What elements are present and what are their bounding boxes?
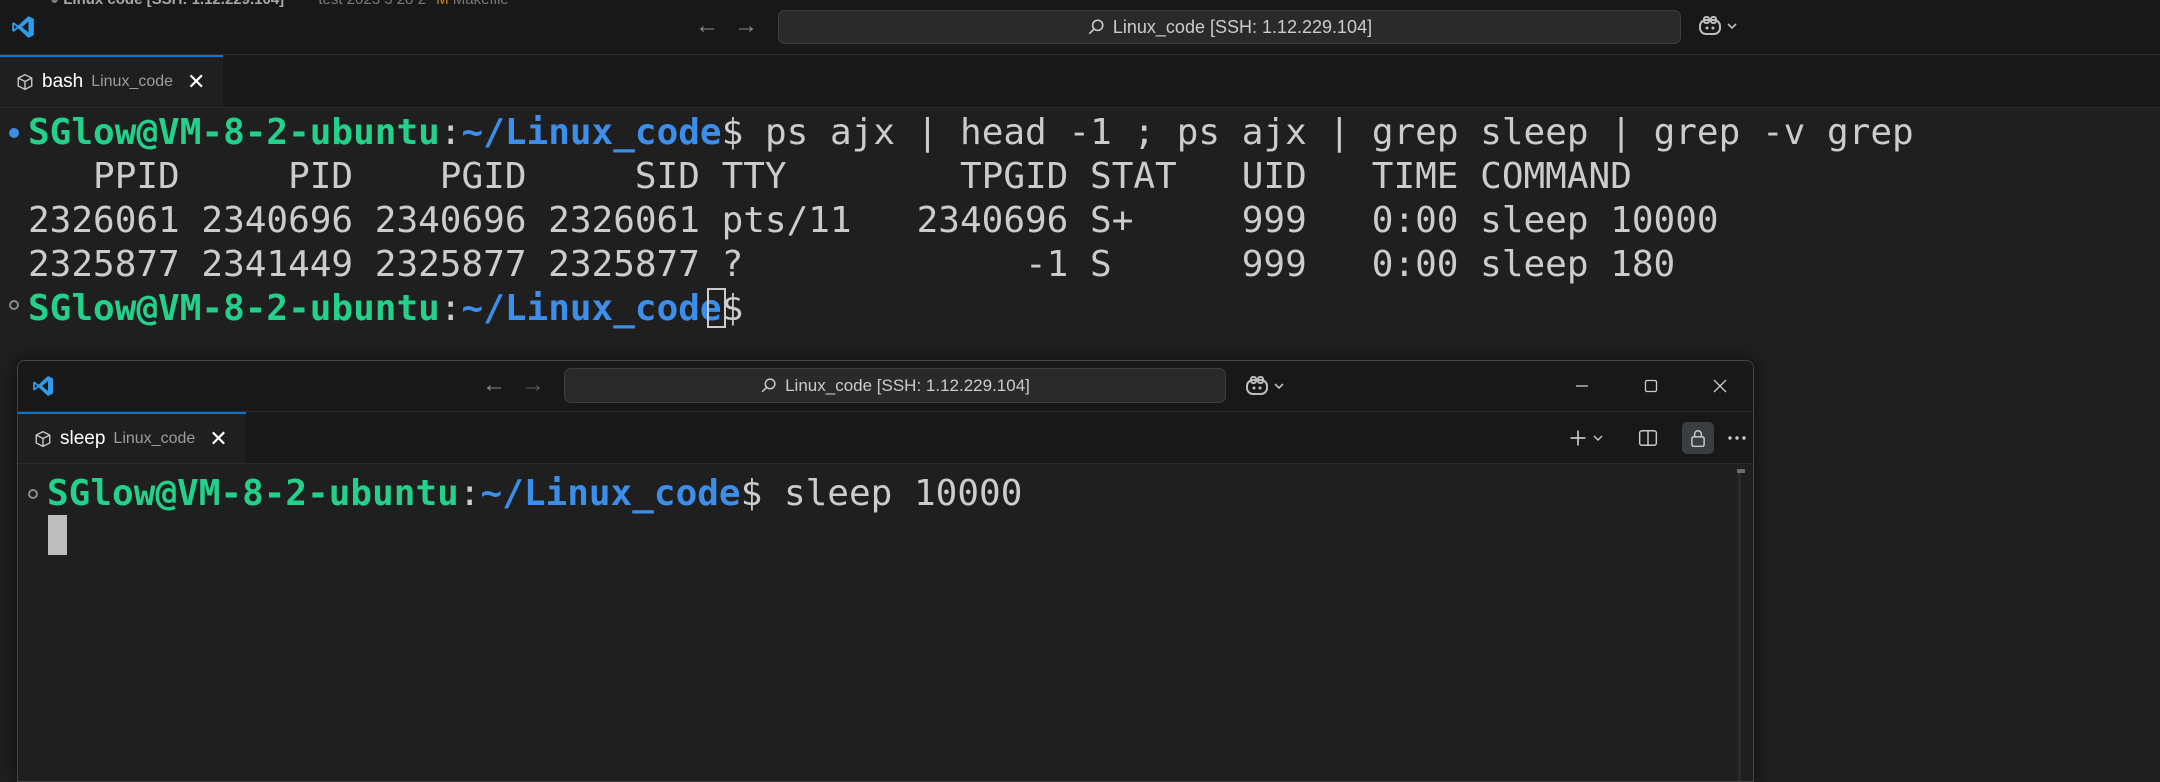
- lock-scroll-button[interactable]: [1682, 422, 1714, 454]
- copilot-icon: [1246, 376, 1268, 395]
- search-icon: [761, 378, 776, 393]
- terminal-tab-bar: sleep Linux_code ✕: [18, 412, 1753, 464]
- minimize-icon: [1576, 385, 1588, 387]
- split-editor-icon: [1638, 430, 1658, 446]
- behind-file: test 2023 3 28 2: [318, 0, 426, 8]
- new-terminal-button[interactable]: [1568, 422, 1604, 454]
- tab-description: Linux_code: [91, 73, 174, 90]
- copilot-menu[interactable]: [1697, 14, 1738, 38]
- search-icon: [1088, 19, 1104, 35]
- ps-row: 2326061 2340696 2340696 2326061 pts/11 2…: [28, 200, 1719, 241]
- command-success-decoration[interactable]: [9, 128, 19, 138]
- plus-icon: [1570, 430, 1586, 446]
- terminal-output[interactable]: SGlow@VM-8-2-ubuntu:~/Linux_code$ ps ajx…: [28, 111, 1914, 331]
- terminal-cursor: [48, 515, 67, 555]
- close-icon[interactable]: ✕: [209, 427, 227, 450]
- forward-arrow-icon[interactable]: →: [734, 14, 758, 38]
- tab-sleep[interactable]: sleep Linux_code ✕: [18, 412, 246, 463]
- minimize-button[interactable]: [1567, 371, 1597, 401]
- vscode-logo-icon: [12, 16, 34, 38]
- floating-window: ← → Linux_code [SSH: 1.12.229.104] sleep…: [17, 360, 1754, 782]
- forward-arrow-icon[interactable]: →: [521, 373, 545, 397]
- back-arrow-icon[interactable]: ←: [482, 373, 506, 397]
- scrollbar-marker: [1737, 469, 1745, 473]
- tab-description: Linux_code: [113, 429, 196, 447]
- terminal-line-1: SGlow@VM-8-2-ubuntu:~/Linux_code$ ps ajx…: [28, 112, 1914, 153]
- command-pending-decoration[interactable]: [9, 300, 19, 310]
- ps-header-line: PPID PID PGID SID TTY TPGID STAT UID TIM…: [28, 156, 1632, 197]
- terminal-cursor: [707, 288, 726, 328]
- lock-icon: [1691, 430, 1705, 448]
- close-icon[interactable]: ✕: [187, 71, 205, 93]
- terminal-prompt-line: SGlow@VM-8-2-ubuntu:~/Linux_code$: [28, 288, 765, 329]
- behind-window-text: ● Linux code [SSH: 1.12.229.104] test 20…: [50, 0, 509, 8]
- command-pending-decoration[interactable]: [28, 489, 38, 499]
- terminal-scrollbar[interactable]: [1738, 469, 1741, 781]
- behind-title: Linux code [SSH: 1.12.229.104]: [63, 0, 284, 8]
- title-bar: ● Linux code [SSH: 1.12.229.104] test 20…: [0, 0, 2160, 55]
- copilot-menu[interactable]: [1244, 374, 1285, 398]
- back-arrow-icon[interactable]: ←: [695, 14, 719, 38]
- tab-title: sleep: [60, 427, 106, 449]
- command-center-search[interactable]: Linux_code [SSH: 1.12.229.104]: [778, 10, 1681, 44]
- split-terminal-button[interactable]: [1632, 422, 1664, 454]
- terminal-icon: [17, 73, 33, 91]
- vscode-logo-icon: [33, 376, 53, 396]
- ps-row: 2325877 2341449 2325877 2325877 ? -1 S 9…: [28, 244, 1676, 285]
- copilot-icon: [1699, 16, 1721, 35]
- terminal-tab-bar: bash Linux_code ✕: [0, 55, 2160, 108]
- chevron-down-icon: [1593, 435, 1603, 441]
- terminal-icon: [35, 430, 51, 447]
- chevron-down-icon: [1727, 23, 1737, 30]
- command-center-label: Linux_code [SSH: 1.12.229.104]: [1112, 16, 1373, 37]
- terminal-output[interactable]: SGlow@VM-8-2-ubuntu:~/Linux_code$ sleep …: [47, 472, 1022, 516]
- more-icon: [1728, 436, 1746, 440]
- chevron-down-icon: [1274, 383, 1284, 390]
- close-icon: [1713, 379, 1727, 393]
- maximize-button[interactable]: [1636, 371, 1666, 401]
- maximize-icon: [1644, 379, 1658, 393]
- terminal-line-1: SGlow@VM-8-2-ubuntu:~/Linux_code$ sleep …: [47, 473, 1023, 514]
- tab-bash[interactable]: bash Linux_code ✕: [0, 55, 223, 107]
- floating-title-bar: ← → Linux_code [SSH: 1.12.229.104]: [18, 361, 1753, 412]
- close-window-button[interactable]: [1705, 371, 1735, 401]
- tab-title: bash: [42, 71, 84, 92]
- command-center-search[interactable]: Linux_code [SSH: 1.12.229.104]: [564, 368, 1226, 403]
- more-actions-button[interactable]: [1722, 422, 1752, 454]
- behind-makefile: Makefile: [453, 0, 509, 8]
- command-center-label: Linux_code [SSH: 1.12.229.104]: [785, 375, 1030, 395]
